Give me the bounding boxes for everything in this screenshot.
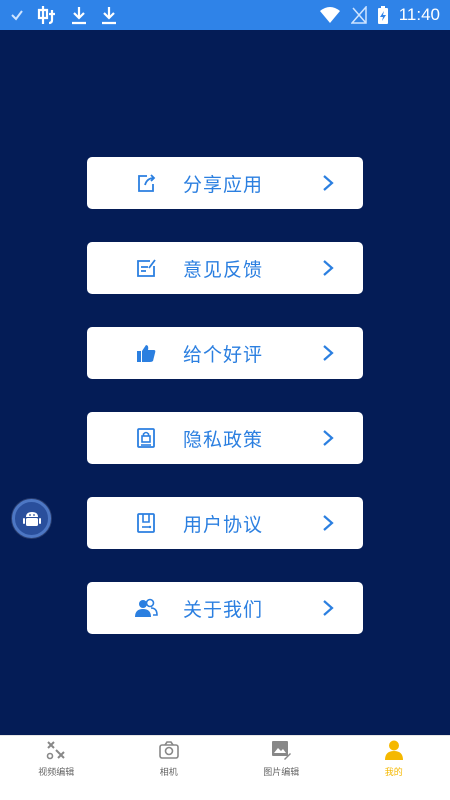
status-time: 11:40 <box>398 5 440 24</box>
wifi-icon <box>319 4 341 26</box>
nav-tab-video-edit[interactable]: 视频编辑 <box>0 736 113 800</box>
download-icon <box>100 4 118 26</box>
nav-tab-my-profile[interactable]: 我的 <box>338 736 450 800</box>
chevron-right-icon <box>323 175 334 191</box>
chevron-right-icon <box>323 515 334 531</box>
menu-item-share-app[interactable]: 分享应用 <box>87 157 363 209</box>
nav-label: 相机 <box>159 768 178 778</box>
users-icon <box>134 597 158 619</box>
chevron-right-icon <box>323 430 334 446</box>
nav-label: 图片编辑 <box>263 768 300 778</box>
battery-charging-icon <box>377 4 389 26</box>
chevron-right-icon <box>323 345 334 361</box>
status-bar-right: 11:40 <box>319 4 440 26</box>
menu-item-user-agreement[interactable]: 用户协议 <box>87 497 363 549</box>
floating-android-button[interactable] <box>12 499 51 538</box>
menu-item-about-us[interactable]: 关于我们 <box>87 582 363 634</box>
bug-icon <box>36 4 58 26</box>
profile-icon <box>382 739 406 761</box>
no-signal-icon <box>350 4 367 26</box>
chevron-right-icon <box>323 600 334 616</box>
menu-item-label: 给个好评 <box>183 344 264 366</box>
nav-tab-camera[interactable]: 相机 <box>113 736 226 800</box>
video-edit-icon <box>44 739 68 761</box>
menu-item-label: 隐私政策 <box>183 429 264 451</box>
settings-menu: 分享应用 意见反馈 给个好评 隐私政策 用户协议 关于我们 <box>87 157 363 667</box>
image-edit-icon <box>269 739 293 761</box>
camera-icon <box>157 739 181 761</box>
download-icon <box>70 4 88 26</box>
share-icon <box>134 172 158 194</box>
thumbs-up-icon <box>134 342 158 364</box>
menu-item-label: 意见反馈 <box>183 259 264 281</box>
nav-label: 视频编辑 <box>38 768 75 778</box>
chevron-right-icon <box>323 260 334 276</box>
android-icon <box>22 511 41 526</box>
nav-tab-image-edit[interactable]: 图片编辑 <box>225 736 338 800</box>
menu-item-rate-app[interactable]: 给个好评 <box>87 327 363 379</box>
menu-item-label: 分享应用 <box>183 174 264 196</box>
nav-label: 我的 <box>384 768 403 778</box>
status-bar-left <box>10 4 118 26</box>
menu-item-label: 关于我们 <box>183 599 264 621</box>
bottom-navigation: 视频编辑 相机 图片编辑 我的 <box>0 735 450 800</box>
menu-item-label: 用户协议 <box>183 514 264 536</box>
main-content: 分享应用 意见反馈 给个好评 隐私政策 用户协议 关于我们 <box>0 30 450 735</box>
agreement-document-icon <box>134 512 158 534</box>
menu-item-privacy-policy[interactable]: 隐私政策 <box>87 412 363 464</box>
feedback-icon <box>134 257 158 279</box>
check-icon <box>10 4 24 26</box>
privacy-lock-icon <box>134 427 158 449</box>
status-bar: 11:40 <box>0 0 450 30</box>
menu-item-feedback[interactable]: 意见反馈 <box>87 242 363 294</box>
